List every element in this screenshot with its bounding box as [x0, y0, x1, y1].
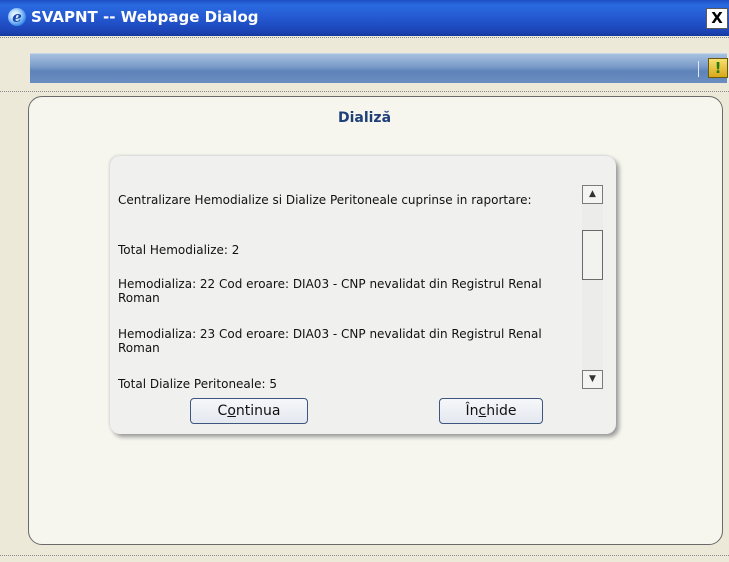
title-bar[interactable]: e SVAPNT -- Webpage Dialog X — [0, 0, 729, 36]
bottom-divider — [0, 555, 729, 556]
inchide-label-end: hide — [486, 403, 517, 419]
scrollbar-thumb[interactable] — [582, 230, 603, 280]
continua-label-start: C — [217, 403, 228, 419]
window-title: SVAPNT -- Webpage Dialog — [31, 8, 259, 26]
message-line-error-1: Hemodializa: 22 Cod eroare: DIA03 - CNP … — [118, 277, 542, 305]
toolbar-separator — [698, 61, 699, 77]
continua-button[interactable]: Continua — [190, 398, 308, 424]
message-line-summary: Centralizare Hemodialize si Dialize Peri… — [118, 193, 532, 207]
toolbar: ! — [30, 53, 728, 83]
scrollbar-track[interactable] — [582, 204, 603, 370]
toolbar-divider — [0, 91, 729, 92]
inchide-button[interactable]: Închide — [439, 398, 543, 424]
scroll-up-arrow-icon[interactable]: ▲ — [582, 185, 603, 204]
inchide-label-start: În — [465, 403, 479, 419]
title-divider — [0, 37, 729, 38]
help-icon[interactable]: ! — [708, 58, 728, 78]
message-line-total-hemodialize: Total Hemodialize: 2 — [118, 243, 240, 257]
continua-accelerator: o — [227, 403, 236, 419]
message-line-error-2: Hemodializa: 23 Cod eroare: DIA03 - CNP … — [118, 327, 542, 355]
scroll-down-arrow-icon[interactable]: ▼ — [582, 370, 603, 389]
continua-label-end: ntinua — [235, 403, 281, 419]
close-button[interactable]: X — [706, 8, 728, 29]
page-title: Dializă — [337, 110, 392, 126]
ie-icon: e — [8, 8, 26, 26]
webpage-dialog-window: e SVAPNT -- Webpage Dialog X ! Dializă C… — [0, 0, 729, 562]
message-line-total-peritoneale: Total Dialize Peritoneale: 5 — [118, 377, 277, 391]
